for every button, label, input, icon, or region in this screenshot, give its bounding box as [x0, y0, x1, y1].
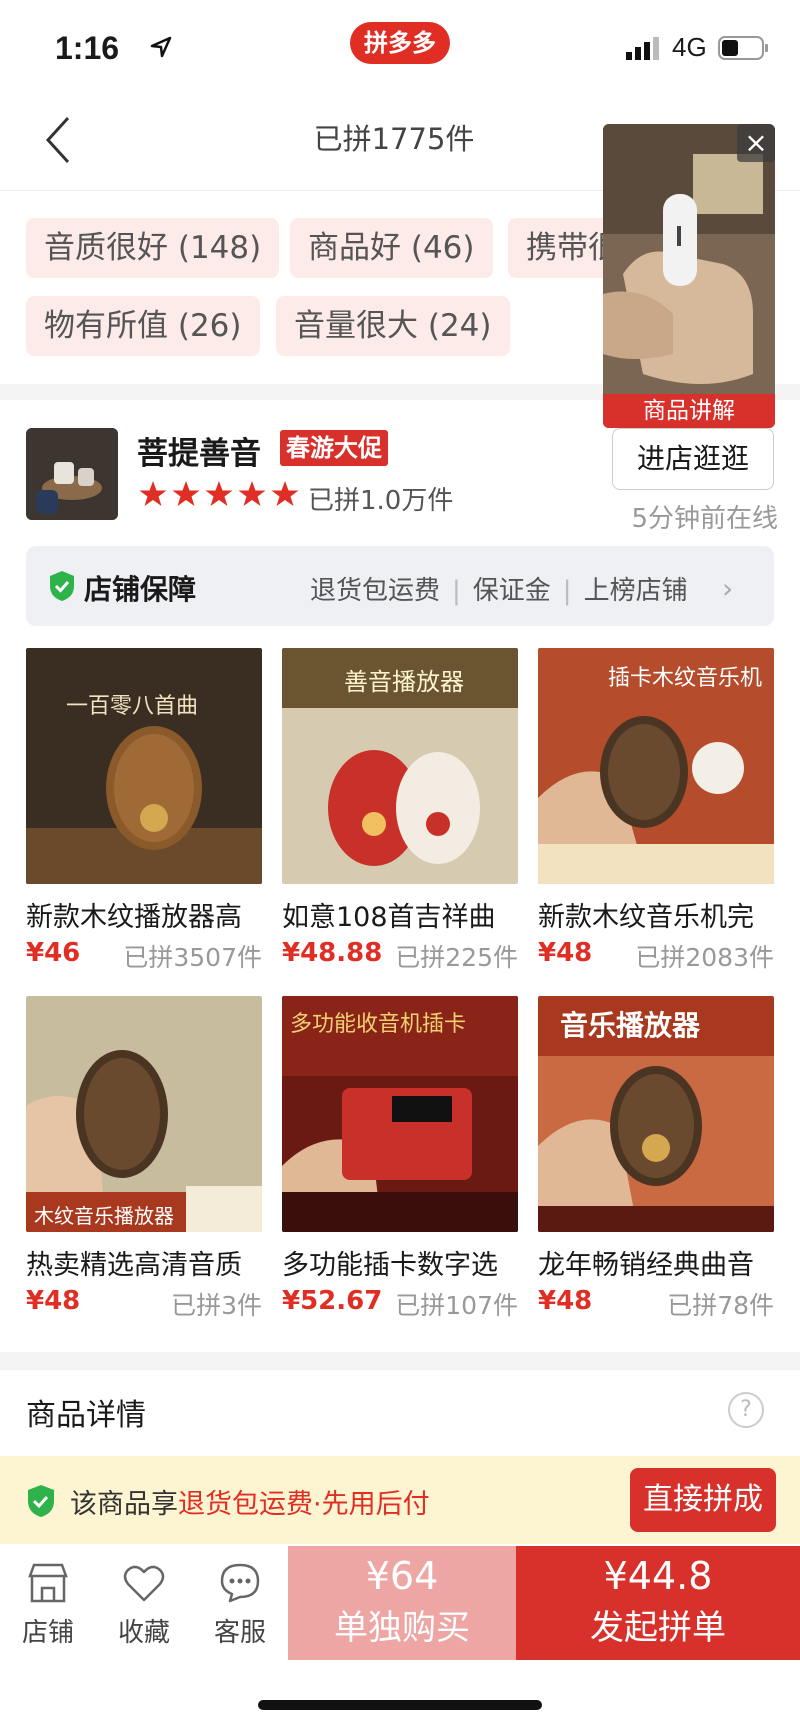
video-caption: 商品讲解 [603, 394, 775, 428]
chevron-right-icon: › [722, 572, 734, 605]
online-status: 5分钟前在线 [631, 504, 778, 534]
review-tag[interactable]: 音质很好 (148) [26, 218, 280, 278]
product-image-caption: 一百零八首曲 [66, 694, 199, 719]
star-rating-icon [139, 481, 299, 506]
product-name: 龙年畅销经典曲音 [538, 1250, 754, 1281]
product-image[interactable]: 木纹音乐播放器 [26, 996, 262, 1232]
customer-service-button[interactable]: 客服 [192, 1546, 288, 1649]
guarantee-item: 上榜店铺 [583, 576, 688, 606]
product-sold: 已拼225件 [395, 943, 518, 972]
product-image-caption: 插卡木纹音乐机 [608, 666, 763, 691]
product-image[interactable]: 善音播放器 [282, 648, 518, 884]
guarantee-item: 保证金 [472, 576, 551, 606]
product-card[interactable]: 木纹音乐播放器 热卖精选高清音质 ¥48 已拼3件 [26, 996, 262, 1322]
product-card[interactable]: 一百零八首曲 新款木纹播放器高 ¥46 已拼3507件 [26, 648, 262, 974]
direct-group-button[interactable]: 直接拼成 [630, 1468, 776, 1532]
product-card[interactable]: 音乐播放器 龙年畅销经典曲音 ¥48 已拼78件 [538, 996, 774, 1322]
app-logo: 拼多多 [350, 22, 450, 64]
network-label: 4G [672, 32, 707, 62]
product-name: 如意108首吉祥曲 [282, 902, 496, 933]
guarantee-items: 退货包运费 | 保证金 | 上榜店铺 [310, 576, 688, 606]
guarantee-item: 退货包运费 [310, 576, 441, 606]
detail-title: 商品详情 [26, 1398, 146, 1433]
location-arrow-icon [150, 36, 172, 58]
favorite-label: 收藏 [117, 1618, 170, 1648]
review-tag[interactable]: 物有所值 (26) [26, 296, 260, 356]
store-name[interactable]: 菩提善音 [137, 428, 261, 473]
store-sold-count: 已拼1.0万件 [308, 486, 454, 516]
promo-prefix: 该商品享 [70, 1489, 178, 1520]
product-image-caption: 多功能收音机插卡 [290, 1012, 467, 1037]
promo-banner: 该商品享退货包运费·先用后付 直接拼成 [0, 1456, 800, 1544]
product-name: 新款木纹音乐机完 [538, 902, 754, 933]
group-price: ¥44.8 [603, 1554, 713, 1598]
customer-service-label: 客服 [213, 1618, 266, 1648]
product-price: ¥48 [538, 1286, 593, 1316]
product-price: ¥46 [26, 938, 81, 968]
shield-check-icon [28, 1485, 54, 1517]
product-name: 多功能插卡数字选 [282, 1250, 498, 1281]
product-image[interactable]: 插卡木纹音乐机 [538, 648, 774, 884]
bottom-action-bar: 店铺 收藏 客服 ¥64 单独购买 ¥44.8 发起拼单 [0, 1546, 800, 1662]
section-gap [0, 1352, 800, 1370]
promo-badge: 春游大促 [280, 430, 388, 466]
home-indicator [258, 1700, 542, 1710]
product-name: 新款木纹播放器高 [26, 902, 242, 933]
product-card[interactable]: 多功能收音机插卡 多功能插卡数字选 ¥52.67 已拼107件 [282, 996, 518, 1322]
guarantee-title: 店铺保障 [84, 573, 197, 606]
enter-store-button[interactable]: 进店逛逛 [612, 428, 774, 490]
product-image[interactable]: 一百零八首曲 [26, 648, 262, 884]
product-price: ¥48.88 [282, 938, 383, 968]
product-price: ¥48 [26, 1286, 81, 1316]
heart-icon [123, 1565, 165, 1602]
close-icon[interactable]: × [737, 124, 775, 162]
product-image[interactable]: 多功能收音机插卡 [282, 996, 518, 1232]
product-image-caption: 音乐播放器 [560, 1009, 701, 1042]
product-name: 热卖精选高清音质 [26, 1250, 242, 1281]
shield-check-icon [50, 571, 74, 601]
battery-icon [718, 36, 768, 60]
buy-alone-button[interactable]: ¥64 单独购买 [288, 1546, 516, 1660]
buy-alone-price: ¥64 [365, 1554, 439, 1598]
product-card[interactable]: 插卡木纹音乐机 新款木纹音乐机完 ¥48 已拼2083件 [538, 648, 774, 974]
product-price: ¥48 [538, 938, 593, 968]
product-sold: 已拼3件 [171, 1291, 262, 1320]
review-tag[interactable]: 音量很大 (24) [276, 296, 510, 356]
store-tab-button[interactable]: 店铺 [0, 1546, 96, 1649]
status-bar: 1:16 拼多多 4G [0, 0, 800, 96]
group-label: 发起拼单 [590, 1608, 726, 1648]
product-sold: 已拼107件 [395, 1291, 518, 1320]
product-image-caption: 善音播放器 [344, 668, 464, 696]
product-sold: 已拼2083件 [635, 943, 774, 972]
video-player[interactable]: 商品讲解 × [603, 124, 775, 428]
promo-text: 该商品享退货包运费·先用后付 [70, 1482, 430, 1521]
start-group-button[interactable]: ¥44.8 发起拼单 [516, 1546, 800, 1660]
favorite-button[interactable]: 收藏 [96, 1546, 192, 1649]
product-sold: 已拼3507件 [123, 943, 262, 972]
buy-alone-label: 单独购买 [334, 1608, 470, 1648]
status-time: 1:16 [55, 30, 120, 66]
product-sold: 已拼78件 [667, 1291, 774, 1320]
store-guarantee-bar[interactable]: 店铺保障 退货包运费 | 保证金 | 上榜店铺 › [26, 546, 774, 626]
store-tab-label: 店铺 [21, 1618, 74, 1648]
help-icon[interactable]: ? [728, 1392, 764, 1428]
promo-highlight: 退货包运费·先用后付 [178, 1489, 430, 1520]
review-tag[interactable]: 商品好 (46) [290, 218, 493, 278]
product-card[interactable]: 善音播放器 如意108首吉祥曲 ¥48.88 已拼225件 [282, 648, 518, 974]
store-avatar[interactable] [26, 428, 118, 520]
chat-icon [220, 1563, 260, 1603]
product-image[interactable]: 音乐播放器 [538, 996, 774, 1232]
product-image-caption: 木纹音乐播放器 [34, 1204, 174, 1228]
store-icon [28, 1563, 68, 1603]
product-price: ¥52.67 [282, 1286, 383, 1316]
signal-icon [626, 37, 659, 60]
